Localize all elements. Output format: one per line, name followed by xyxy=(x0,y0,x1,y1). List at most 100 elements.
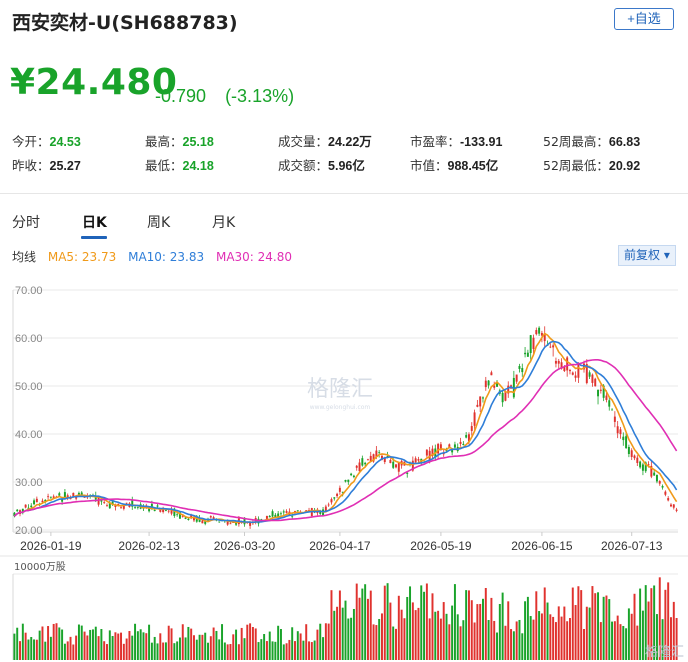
volume-bar xyxy=(184,637,187,660)
stat-label: 52周最高： xyxy=(543,134,609,149)
volume-bar xyxy=(97,636,100,660)
volume-bar xyxy=(361,588,364,660)
volume-bar xyxy=(636,625,639,660)
volume-bar xyxy=(13,633,16,660)
volume-bar xyxy=(613,621,616,660)
volume-bar xyxy=(156,643,159,660)
price-adjust-dropdown[interactable]: 前复权 ▾ xyxy=(618,245,676,266)
stat-label: 最高： xyxy=(145,134,183,149)
volume-bar xyxy=(473,622,476,660)
volume-bar xyxy=(392,626,395,660)
candle-body xyxy=(352,475,355,478)
period-tab[interactable]: 周K xyxy=(147,212,170,232)
candle-body xyxy=(616,426,619,434)
volume-bar xyxy=(400,609,403,660)
volume-bar xyxy=(616,615,619,660)
ma10-legend: MA10: 23.83 xyxy=(128,250,205,264)
period-tab[interactable]: 日K xyxy=(82,212,107,232)
stat-value: 5.96亿 xyxy=(328,159,365,173)
candle-body xyxy=(414,458,417,463)
candle-body xyxy=(619,429,622,435)
period-tab[interactable]: 月K xyxy=(212,212,235,232)
volume-bar xyxy=(588,607,591,660)
volume-bar xyxy=(319,623,322,660)
volume-bar xyxy=(470,600,473,660)
candle-body xyxy=(566,357,569,371)
volume-bar xyxy=(268,631,271,660)
volume-bar xyxy=(431,593,434,660)
candle-body xyxy=(479,396,482,407)
volume-bar xyxy=(195,639,198,660)
volume-bar xyxy=(599,622,602,660)
volume-bar xyxy=(633,593,636,660)
volume-bar xyxy=(178,637,181,660)
volume-bar xyxy=(192,635,195,660)
period-tab[interactable]: 分时 xyxy=(12,212,40,232)
candle-body xyxy=(667,498,670,501)
candle-body xyxy=(552,345,555,348)
add-to-watchlist-button[interactable]: +自选 xyxy=(614,8,674,30)
volume-bar xyxy=(641,610,644,660)
stats-row: 今开：24.53 最高：25.18 成交量：24.22万 市盈率：-133.91 52周… xyxy=(12,131,672,155)
volume-bar xyxy=(496,632,499,660)
volume-bar xyxy=(142,632,145,660)
candle-body xyxy=(249,522,252,526)
volume-bar xyxy=(80,625,83,660)
volume-bar xyxy=(86,635,89,660)
volume-bar xyxy=(83,631,86,660)
corner-watermark: 格隆汇 xyxy=(645,644,684,660)
stat-label: 市值： xyxy=(410,158,448,173)
volume-bar xyxy=(299,633,302,660)
kline-chart[interactable]: 格隆汇 www.gelonghui.com 70.00 60.00 50.00 40.00… xyxy=(0,268,688,662)
candle-body xyxy=(389,459,392,464)
volume-bar xyxy=(131,635,134,660)
volume-bar xyxy=(215,630,218,660)
candle-body xyxy=(327,504,330,506)
candle-body xyxy=(33,500,36,505)
volume-bar xyxy=(510,629,513,660)
current-price: ¥24.480 xyxy=(10,62,178,103)
candle-body xyxy=(473,412,476,426)
volume-bar xyxy=(226,644,229,660)
stat-label: 成交量： xyxy=(278,134,329,149)
x-tick-label: 2026-06-15 xyxy=(511,539,573,553)
candle-body xyxy=(153,510,156,512)
candle-body xyxy=(538,327,541,334)
volume-bar xyxy=(459,626,462,660)
candle-body xyxy=(103,502,106,503)
volume-bar xyxy=(611,621,614,660)
candle-body xyxy=(134,507,137,509)
volume-bar xyxy=(47,626,50,660)
volume-bar xyxy=(639,588,642,660)
volume-bar xyxy=(574,605,577,660)
volume-bar xyxy=(330,590,333,660)
candle-body xyxy=(30,505,33,508)
quote-stats: 今开：24.53 最高：25.18 成交量：24.22万 市盈率：-133.91 52周… xyxy=(12,131,672,179)
candle-body xyxy=(557,360,560,364)
volume-bar xyxy=(316,629,319,660)
volume-bar xyxy=(554,622,557,660)
volume-bar xyxy=(490,597,493,660)
volume-bar xyxy=(44,641,47,660)
candle-body xyxy=(378,452,381,454)
candle-body xyxy=(571,372,574,375)
volume-bar xyxy=(271,641,274,660)
volume-bar xyxy=(237,644,240,660)
candle-body xyxy=(296,510,299,512)
x-tick-label: 2026-05-19 xyxy=(410,539,472,553)
volume-bar xyxy=(279,629,282,660)
candle-body xyxy=(355,465,358,468)
candle-body xyxy=(670,504,672,507)
volume-bar xyxy=(106,644,108,660)
volume-bar xyxy=(114,632,117,660)
x-tick-label: 2026-04-17 xyxy=(309,539,371,553)
volume-bar xyxy=(532,619,535,660)
candle-body xyxy=(35,498,38,503)
candle-body xyxy=(16,509,19,512)
candle-body xyxy=(532,337,535,349)
volume-bar xyxy=(139,629,142,660)
volume-bar xyxy=(19,641,21,660)
price-change: -0.790 (-3.13%) xyxy=(155,86,308,107)
volume-bar xyxy=(428,618,431,660)
volume-bar xyxy=(597,592,600,660)
